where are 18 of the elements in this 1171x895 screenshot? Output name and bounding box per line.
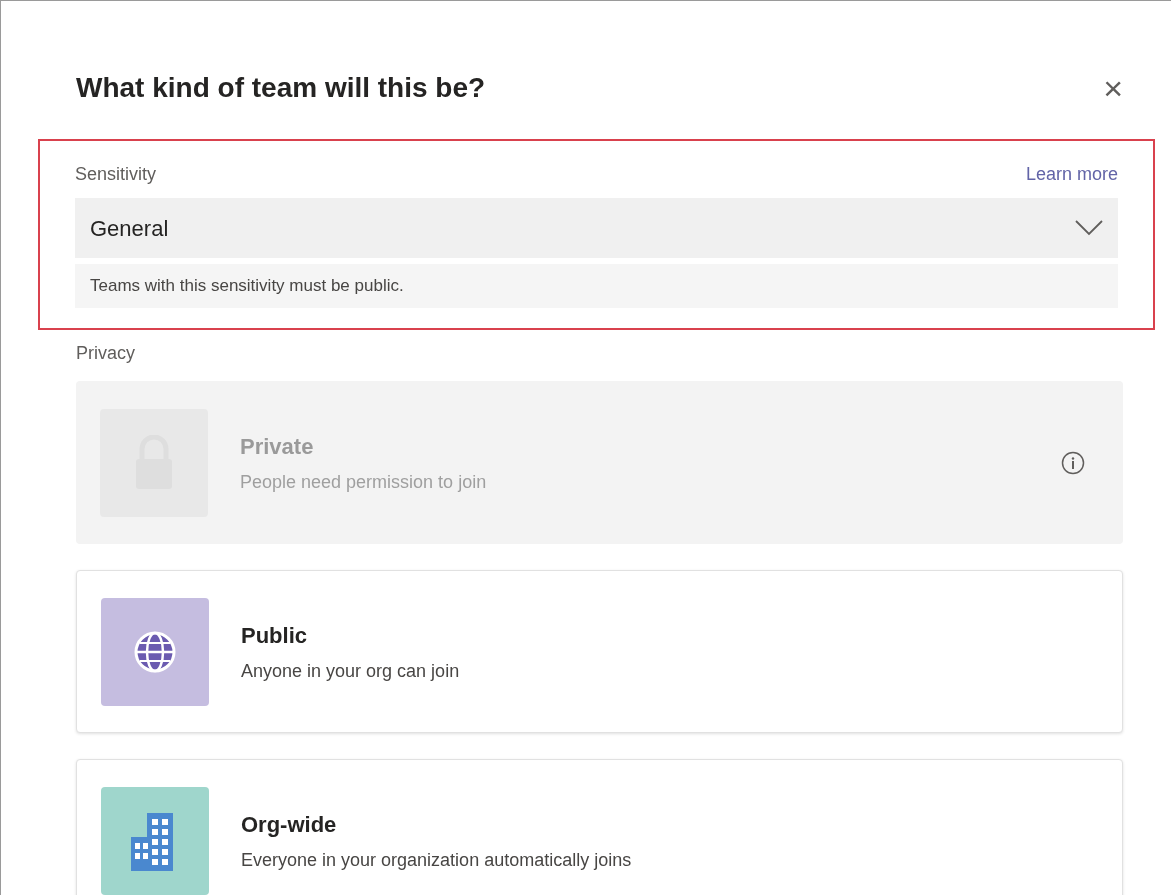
option-description: Everyone in your organization automatically joins <box>241 848 633 872</box>
privacy-label: Privacy <box>76 342 136 365</box>
option-title: Public <box>241 621 308 650</box>
option-description: Anyone in your org can join <box>241 659 461 683</box>
privacy-option[interactable]: Org-wide Everyone in your organization automatically joins <box>76 759 1123 895</box>
building-icon <box>101 786 209 895</box>
option-title: Private <box>240 432 315 461</box>
privacy-option[interactable]: Public Anyone in your org can join <box>76 570 1123 733</box>
sensitivity-note: Teams with this sensitivity must be public. <box>75 264 1118 308</box>
chevron-down-icon <box>1075 220 1103 236</box>
option-title: Org-wide <box>241 810 338 839</box>
close-button[interactable]: × <box>1103 71 1123 105</box>
learn-more-link[interactable]: Learn more <box>1025 161 1118 188</box>
sensitivity-label: Sensitivity <box>75 163 157 186</box>
dialog-title: What kind of team will this be? <box>76 71 486 105</box>
option-description: People need permission to join <box>240 470 488 494</box>
globe-icon <box>101 597 209 706</box>
sensitivity-dropdown[interactable]: General <box>75 198 1118 258</box>
